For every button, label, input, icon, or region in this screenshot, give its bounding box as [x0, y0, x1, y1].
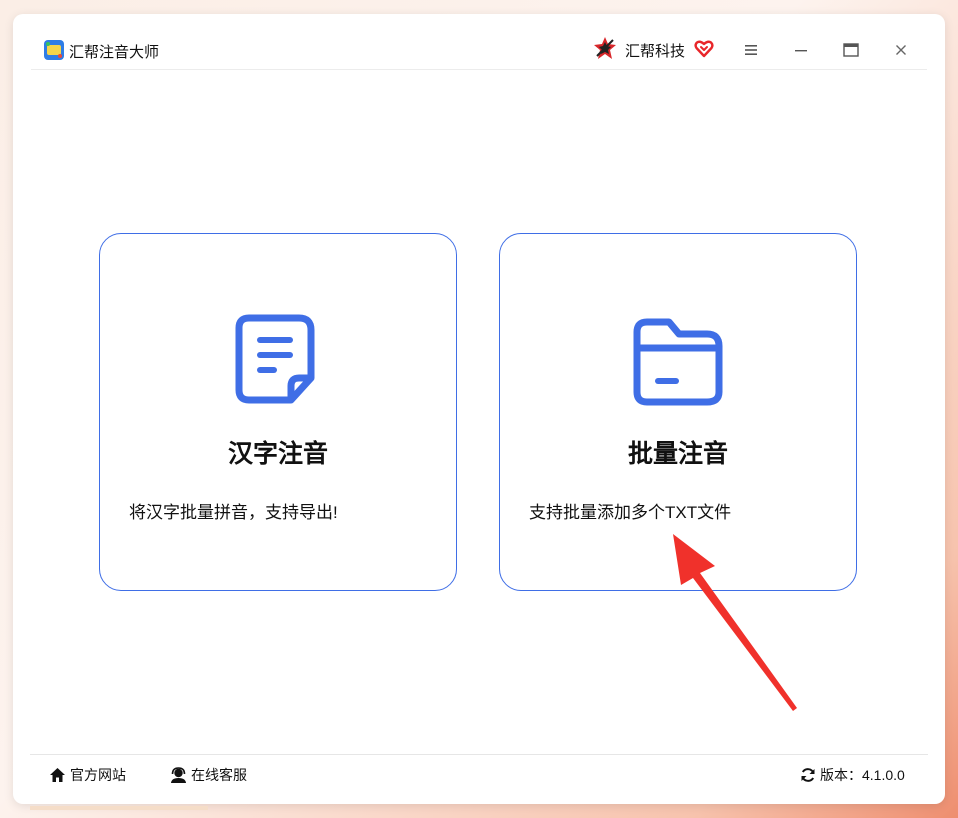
folder-icon: [633, 318, 723, 406]
minimize-icon: [795, 50, 807, 52]
close-icon: [896, 45, 906, 55]
footer-bar: 官方网站 在线客服 版本：4.1.0.0: [30, 754, 928, 794]
app-title: 汇帮注音大师: [69, 44, 160, 61]
card-description: 将汉字批量拼音，支持导出!: [129, 503, 338, 522]
brand-logo-icon: [594, 37, 616, 59]
online-support-label: 在线客服: [191, 767, 247, 783]
online-support-link[interactable]: 在线客服: [170, 765, 247, 785]
home-icon: [50, 768, 65, 782]
title-divider: [31, 69, 927, 70]
refresh-icon: [801, 768, 815, 782]
official-website-link[interactable]: 官方网站: [49, 765, 126, 785]
version-label: 版本：4.1.0.0: [820, 767, 905, 783]
maximize-button[interactable]: [838, 38, 864, 62]
maximize-icon: [843, 43, 859, 57]
version-info[interactable]: 版本：4.1.0.0: [800, 765, 905, 785]
card-title: 汉字注音: [227, 440, 328, 468]
official-website-label: 官方网站: [70, 767, 126, 783]
card-hanzi-zhuyin[interactable]: 汉字注音 将汉字批量拼音，支持导出!: [99, 233, 457, 591]
heart-icon[interactable]: [694, 39, 714, 59]
card-title: 批量注音: [627, 440, 728, 468]
document-icon: [235, 314, 315, 404]
brand-name: 汇帮科技: [625, 43, 686, 60]
bottom-accent-bar: [30, 806, 208, 810]
customer-service-icon: [171, 767, 186, 783]
minimize-button[interactable]: [788, 38, 814, 62]
menu-icon: [745, 45, 757, 55]
card-description: 支持批量添加多个TXT文件: [529, 503, 732, 522]
app-window: 汇帮注音大师 汇帮科技 汉字注音 将汉字批量拼音，支持导出! 批量注音 支持批量…: [13, 14, 945, 804]
menu-button[interactable]: [738, 38, 764, 62]
card-batch-zhuyin[interactable]: 批量注音 支持批量添加多个TXT文件: [499, 233, 857, 591]
close-button[interactable]: [888, 38, 914, 62]
app-logo-icon: [44, 40, 64, 60]
title-bar: 汇帮注音大师 汇帮科技: [13, 14, 945, 70]
